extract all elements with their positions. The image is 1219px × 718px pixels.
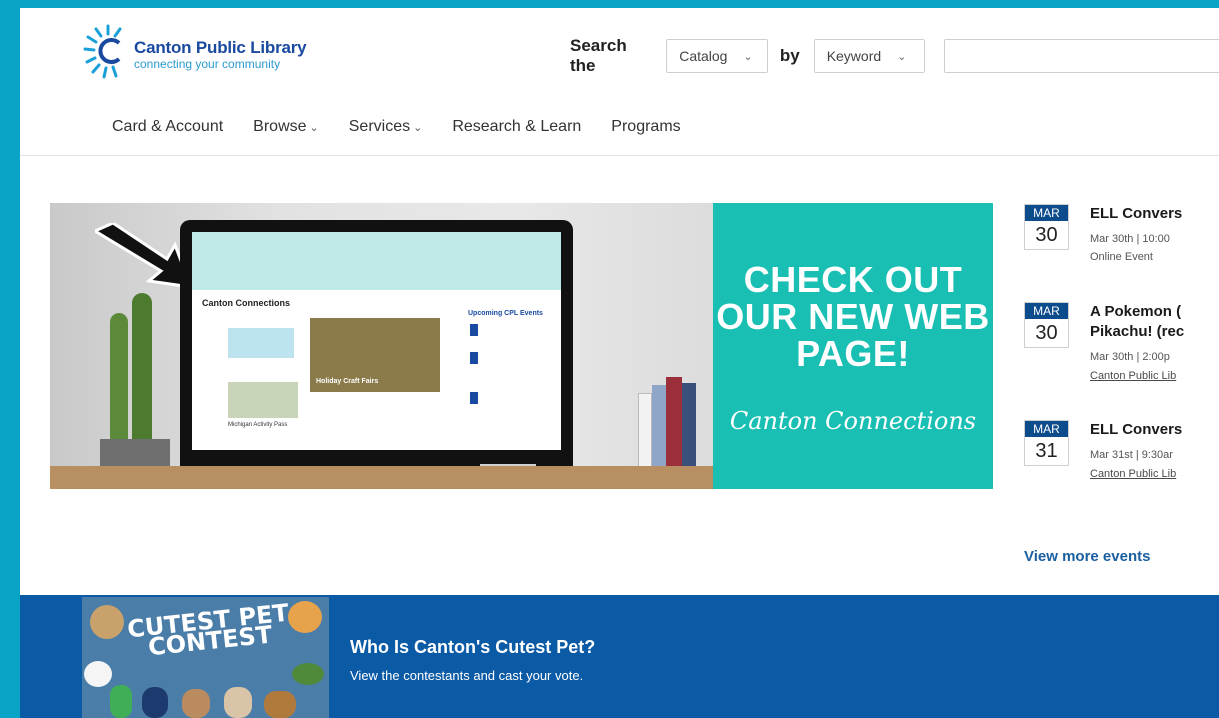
book (682, 383, 696, 478)
desk-surface (50, 466, 713, 489)
chevron-down-icon: ⌄ (743, 50, 753, 63)
event-month: MAR (1025, 303, 1068, 319)
screen-events-heading: Upcoming CPL Events (468, 310, 543, 317)
screen-cal (470, 352, 478, 364)
event-location-link[interactable]: Canton Public Lib (1090, 370, 1176, 382)
screen-title: Canton Connections (202, 298, 290, 308)
snake-illustration (110, 685, 132, 718)
chevron-down-icon: ⌄ (413, 122, 423, 134)
event-datetime: Mar 30th | 10:00 (1090, 233, 1170, 245)
nav-card-account[interactable]: Card & Account (112, 118, 223, 136)
by-label: by (779, 46, 800, 65)
hero-banner[interactable]: Canton Connections Holiday Craft Fairs M… (50, 203, 993, 489)
search-label: Search the (570, 36, 627, 75)
cactus-image (132, 293, 152, 463)
contest-subtitle: View the contestants and cast your vote. (350, 668, 584, 683)
event-datetime: Mar 30th | 2:00p (1090, 351, 1170, 363)
nav-browse[interactable]: Browse ⌄ (253, 118, 319, 136)
hero-promo-panel: CHECK OUT OUR NEW WEB PAGE! Canton Conne… (713, 203, 993, 489)
event-date-badge: MAR 31 (1024, 420, 1069, 466)
hero-photo: Canton Connections Holiday Craft Fairs M… (50, 203, 713, 489)
event-title-line: Pikachu! (rec (1090, 323, 1185, 340)
keyword-select-value: Keyword (826, 48, 882, 64)
event-datetime: Mar 31st | 9:30ar (1090, 449, 1173, 461)
screen-tile (228, 328, 294, 358)
screen-tile (228, 382, 298, 418)
chevron-down-icon: ⌄ (309, 122, 319, 134)
pug-illustration (90, 605, 124, 639)
nav-label: Card & Account (112, 118, 224, 135)
hamster-illustration (182, 689, 210, 718)
screen-illustration (192, 232, 561, 290)
nav-programs[interactable]: Programs (611, 118, 680, 136)
nav-research-learn[interactable]: Research & Learn (452, 118, 581, 136)
screen-cal (470, 324, 478, 336)
event-item[interactable]: MAR 30 ELL Convers Mar 30th | 10:00 Onli… (1024, 204, 1219, 274)
logo-sunburst-icon (83, 24, 122, 79)
corgi-illustration (288, 601, 322, 633)
event-month: MAR (1025, 421, 1068, 437)
view-more-events-link[interactable]: View more events (1024, 548, 1150, 565)
book (666, 377, 682, 478)
nav-label: Research & Learn (452, 118, 582, 135)
screen-tile-label: Holiday Craft Fairs (316, 378, 379, 385)
nav-label: Browse (253, 118, 307, 135)
cat-illustration (84, 661, 112, 687)
logo-tagline: connecting your community (134, 56, 281, 71)
event-location-link[interactable]: Canton Public Lib (1090, 468, 1176, 480)
event-date-badge: MAR 30 (1024, 204, 1069, 250)
library-logo[interactable]: Canton Public Library connecting your co… (82, 22, 307, 86)
turtle-illustration (292, 663, 324, 685)
promo-script-text: Canton Connections (729, 407, 977, 435)
page: Canton Public Library connecting your co… (20, 8, 1219, 718)
books-image (638, 353, 704, 478)
promo-headline: CHECK OUT OUR NEW WEB PAGE! (716, 259, 990, 374)
event-day: 30 (1035, 224, 1058, 246)
catalog-select-value: Catalog (679, 48, 728, 64)
contest-image-text: CUTEST PET CONTEST (126, 599, 292, 662)
parrot-illustration (142, 687, 168, 718)
event-day: 31 (1035, 440, 1058, 462)
catalog-select[interactable]: Catalog ⌄ (666, 39, 768, 73)
event-location: Online Event (1090, 251, 1153, 263)
nav-label: Programs (611, 118, 681, 135)
site-header: Canton Public Library connecting your co… (20, 8, 1219, 156)
nav-label: Services (348, 118, 411, 135)
event-item[interactable]: MAR 30 A Pokemon ( Pikachu! (rec Mar 30t… (1024, 302, 1219, 392)
event-title[interactable]: ELL Convers (1090, 204, 1182, 224)
logo-name: Canton Public Library (134, 37, 307, 57)
search-bar: Search the Catalog ⌄ by Keyword ⌄ (570, 36, 1219, 75)
event-day: 30 (1035, 322, 1058, 344)
screen-cal (470, 392, 478, 404)
chevron-down-icon: ⌄ (897, 50, 907, 63)
monitor-image: Canton Connections Holiday Craft Fairs M… (180, 220, 573, 488)
event-item[interactable]: MAR 31 ELL Convers Mar 31st | 9:30ar Can… (1024, 420, 1219, 490)
event-date-badge: MAR 30 (1024, 302, 1069, 348)
contest-image: CUTEST PET CONTEST (82, 597, 329, 718)
search-input[interactable] (943, 39, 1219, 73)
book (652, 385, 666, 478)
event-title[interactable]: A Pokemon ( Pikachu! (rec (1090, 302, 1184, 342)
hedgehog-illustration (264, 691, 296, 718)
event-title[interactable]: ELL Convers (1090, 420, 1182, 440)
monitor-screen: Canton Connections Holiday Craft Fairs M… (192, 232, 561, 450)
screen-tile-label: Michigan Activity Pass (228, 422, 288, 428)
main-nav: Card & Account Browse ⌄ Services ⌄ Researc… (112, 118, 681, 136)
nav-services[interactable]: Services ⌄ (349, 118, 423, 136)
event-title-line: A Pokemon ( (1090, 303, 1182, 320)
contest-banner[interactable]: CUTEST PET CONTEST Who Is Canton's Cutes… (20, 595, 1219, 718)
contest-title[interactable]: Who Is Canton's Cutest Pet? (350, 637, 595, 658)
keyword-select[interactable]: Keyword ⌄ (813, 39, 925, 73)
event-month: MAR (1025, 205, 1068, 221)
rabbit-illustration (224, 687, 252, 718)
